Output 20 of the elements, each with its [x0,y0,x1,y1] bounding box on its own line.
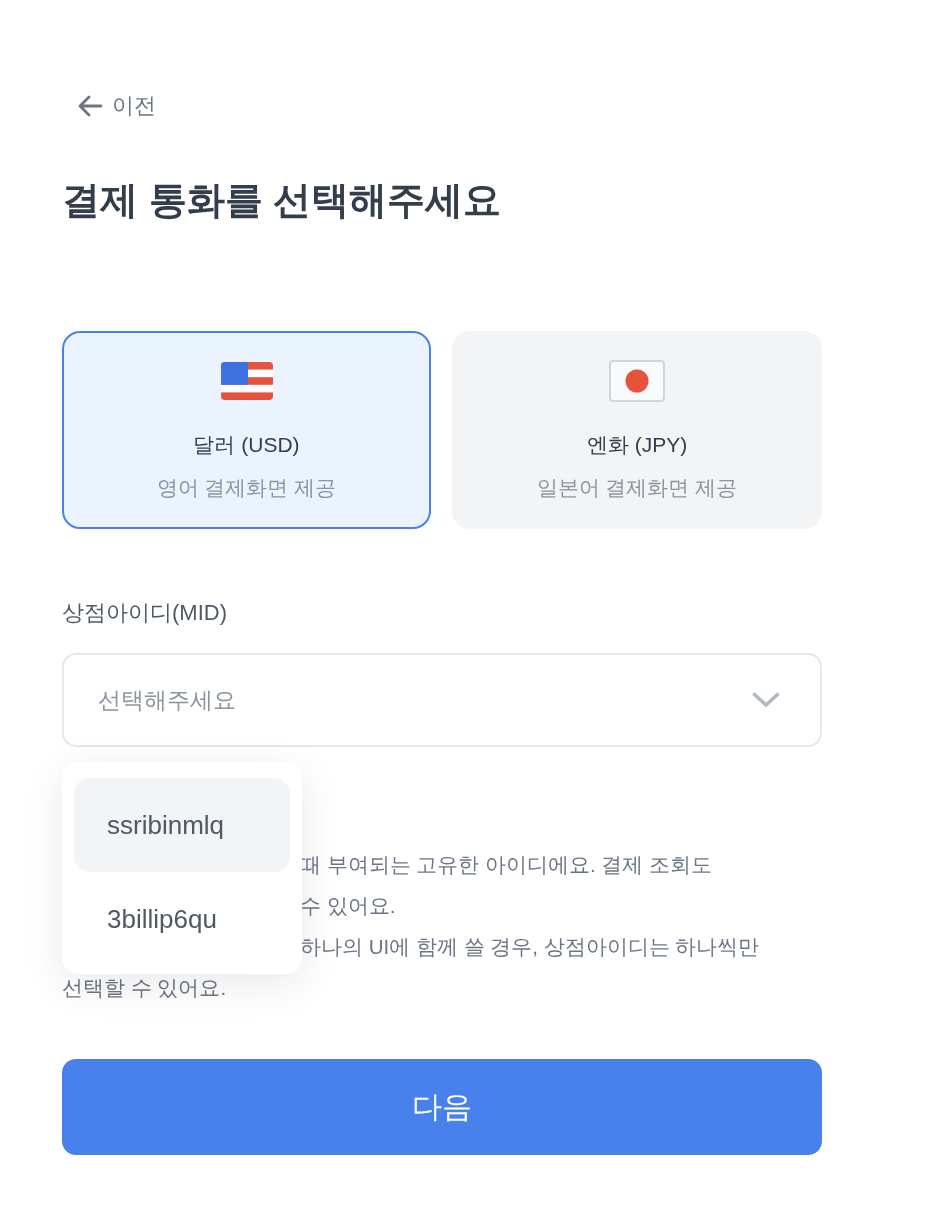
currency-description: 일본어 결제화면 제공 [536,475,738,501]
back-link[interactable]: 이전 [62,88,156,124]
help-text: 선택할 수 있어요. [62,975,227,1001]
dropdown-option[interactable]: ssribinmlq [74,778,290,872]
flag-icon [609,360,665,402]
dropdown-option[interactable]: 3billip6qu [74,872,290,966]
flag-icon [220,362,273,400]
chevron-down-icon [752,692,780,708]
help-text: 하나의 UI에 함께 쓸 경우, 상점아이디는 하나씩만 [300,934,760,960]
currency-option-card[interactable]: 달러 (USD) 영어 결제화면 제공 [62,331,431,529]
next-button[interactable]: 다음 [62,1059,822,1155]
page-title: 결제 통화를 선택해주세요 [62,178,502,223]
help-text: 수 있어요. [300,893,396,919]
currency-name: 달러 (USD) [193,432,300,458]
select-placeholder: 선택해주세요 [98,686,236,715]
field-label: 상점아이디(MID) [62,599,227,627]
currency-description: 영어 결제화면 제공 [156,475,337,501]
currency-option-card[interactable]: 엔화 (JPY) 일본어 결제화면 제공 [452,331,822,529]
back-arrow-icon [77,95,103,117]
currency-name: 엔화 (JPY) [586,432,688,458]
